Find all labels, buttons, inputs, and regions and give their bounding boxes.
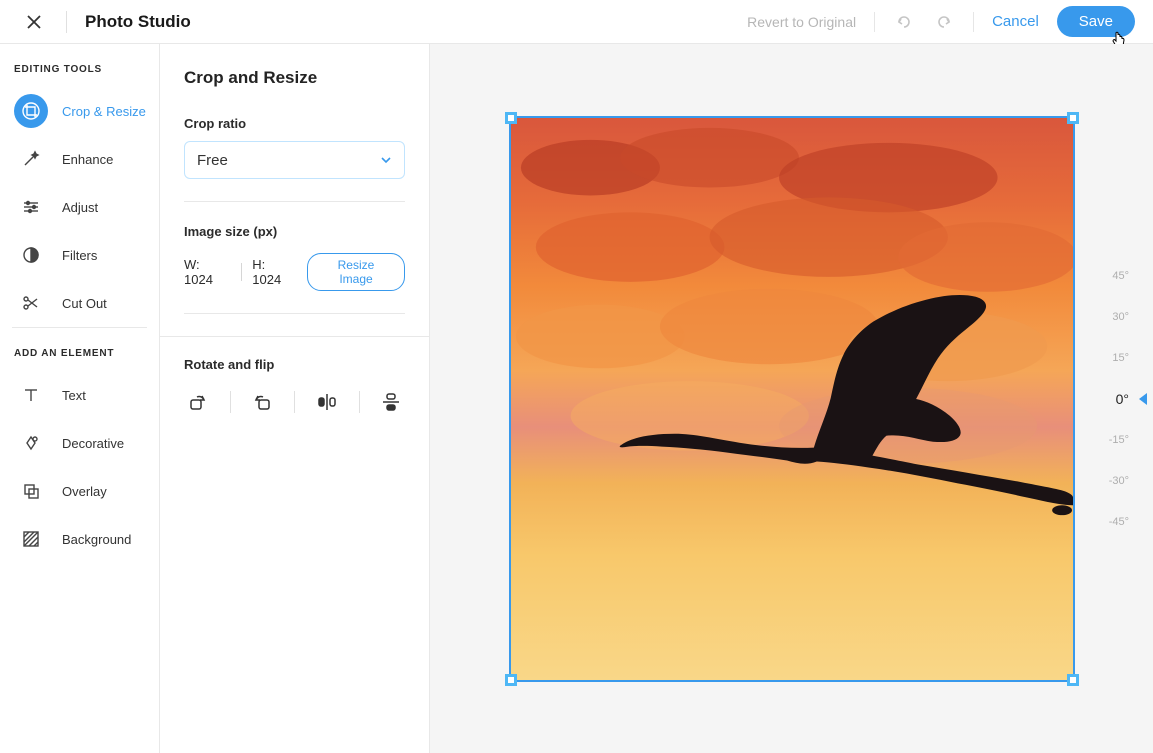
background-icon bbox=[14, 522, 48, 556]
panel-divider bbox=[184, 201, 405, 202]
rotate-left-icon bbox=[251, 391, 273, 413]
divider bbox=[66, 11, 67, 33]
rotate-right-icon bbox=[187, 391, 209, 413]
crop-icon bbox=[14, 94, 48, 128]
scissors-icon bbox=[14, 286, 48, 320]
panel-title: Crop and Resize bbox=[184, 68, 405, 88]
sidebar-item-text[interactable]: Text bbox=[0, 371, 159, 419]
rotation-ruler[interactable]: 45° 30° 15° 0° -15° -30° -45° bbox=[1093, 269, 1145, 529]
sidebar-label: Crop & Resize bbox=[62, 104, 146, 119]
crop-handle-top-right[interactable] bbox=[1067, 112, 1079, 124]
sidebar: EDITING TOOLS Crop & Resize Enhance Adju… bbox=[0, 44, 160, 753]
sidebar-label: Adjust bbox=[62, 200, 98, 215]
rotate-section: Rotate and flip bbox=[160, 336, 429, 436]
revert-button[interactable]: Revert to Original bbox=[747, 14, 856, 30]
flip-vertical-button[interactable] bbox=[378, 388, 406, 416]
ruler-indicator-icon bbox=[1139, 393, 1147, 405]
crop-handle-bottom-left[interactable] bbox=[505, 674, 517, 686]
ruler-tick[interactable]: -45° bbox=[1093, 515, 1145, 529]
crop-ratio-dropdown[interactable]: Free bbox=[184, 141, 405, 179]
width-value: W: 1024 bbox=[184, 257, 231, 287]
sidebar-item-enhance[interactable]: Enhance bbox=[0, 135, 159, 183]
editing-tools-heading: EDITING TOOLS bbox=[0, 44, 159, 87]
height-value: H: 1024 bbox=[252, 257, 297, 287]
ruler-tick[interactable]: -30° bbox=[1093, 474, 1145, 488]
ruler-tick[interactable]: 15° bbox=[1093, 351, 1145, 365]
redo-icon bbox=[935, 13, 953, 31]
sidebar-label: Decorative bbox=[62, 436, 124, 451]
sidebar-item-background[interactable]: Background bbox=[0, 515, 159, 563]
sidebar-item-adjust[interactable]: Adjust bbox=[0, 183, 159, 231]
sidebar-item-cutout[interactable]: Cut Out bbox=[0, 279, 159, 327]
undo-button[interactable] bbox=[893, 11, 915, 33]
ruler-tick[interactable]: 30° bbox=[1093, 310, 1145, 324]
save-label: Save bbox=[1079, 13, 1113, 30]
sidebar-label: Cut Out bbox=[62, 296, 107, 311]
rotate-right-button[interactable] bbox=[184, 388, 212, 416]
adjust-icon bbox=[14, 190, 48, 224]
sidebar-label: Overlay bbox=[62, 484, 107, 499]
close-icon bbox=[26, 14, 42, 30]
resize-image-button[interactable]: Resize Image bbox=[307, 253, 405, 291]
ruler-tick[interactable]: 45° bbox=[1093, 269, 1145, 283]
settings-panel: Crop and Resize Crop ratio Free Image si… bbox=[160, 44, 430, 753]
divider bbox=[359, 391, 360, 413]
filters-icon bbox=[14, 238, 48, 272]
sidebar-item-overlay[interactable]: Overlay bbox=[0, 467, 159, 515]
canvas-area: 45° 30° 15° 0° -15° -30° -45° bbox=[430, 44, 1153, 753]
ruler-tick[interactable]: -15° bbox=[1093, 433, 1145, 447]
sidebar-item-crop-resize[interactable]: Crop & Resize bbox=[0, 87, 159, 135]
sidebar-label: Enhance bbox=[62, 152, 113, 167]
cancel-button[interactable]: Cancel bbox=[992, 13, 1039, 30]
divider bbox=[241, 263, 242, 281]
undo-icon bbox=[895, 13, 913, 31]
enhance-icon bbox=[14, 142, 48, 176]
decorative-icon bbox=[14, 426, 48, 460]
header-bar: Photo Studio Revert to Original Cancel S… bbox=[0, 0, 1153, 44]
flip-horizontal-icon bbox=[316, 391, 338, 413]
crop-handle-top-left[interactable] bbox=[505, 112, 517, 124]
image-content bbox=[511, 118, 1073, 680]
divider bbox=[294, 391, 295, 413]
rotate-buttons-row bbox=[184, 388, 405, 416]
image-size-row: W: 1024 H: 1024 Resize Image bbox=[184, 253, 405, 291]
dropdown-value: Free bbox=[197, 152, 228, 169]
flip-vertical-icon bbox=[380, 391, 402, 413]
divider bbox=[973, 12, 974, 32]
app-title: Photo Studio bbox=[85, 12, 191, 32]
image-size-label: Image size (px) bbox=[184, 224, 405, 239]
crop-frame[interactable] bbox=[509, 116, 1075, 682]
rotate-flip-label: Rotate and flip bbox=[184, 357, 405, 372]
save-button[interactable]: Save bbox=[1057, 6, 1135, 37]
panel-divider bbox=[184, 313, 405, 314]
flip-horizontal-button[interactable] bbox=[313, 388, 341, 416]
sidebar-label: Text bbox=[62, 388, 86, 403]
sidebar-label: Background bbox=[62, 532, 131, 547]
rotate-left-button[interactable] bbox=[249, 388, 277, 416]
sidebar-item-filters[interactable]: Filters bbox=[0, 231, 159, 279]
sidebar-item-decorative[interactable]: Decorative bbox=[0, 419, 159, 467]
chevron-down-icon bbox=[380, 154, 392, 166]
ruler-tick-active[interactable]: 0° bbox=[1093, 392, 1145, 406]
add-element-heading: ADD AN ELEMENT bbox=[0, 328, 159, 371]
main-layout: EDITING TOOLS Crop & Resize Enhance Adju… bbox=[0, 44, 1153, 753]
crop-ratio-label: Crop ratio bbox=[184, 116, 405, 131]
sidebar-label: Filters bbox=[62, 248, 97, 263]
redo-button[interactable] bbox=[933, 11, 955, 33]
text-icon bbox=[14, 378, 48, 412]
divider bbox=[874, 12, 875, 32]
overlay-icon bbox=[14, 474, 48, 508]
header-actions: Revert to Original Cancel Save bbox=[747, 6, 1135, 37]
crop-handle-bottom-right[interactable] bbox=[1067, 674, 1079, 686]
close-button[interactable] bbox=[20, 8, 48, 36]
divider bbox=[230, 391, 231, 413]
